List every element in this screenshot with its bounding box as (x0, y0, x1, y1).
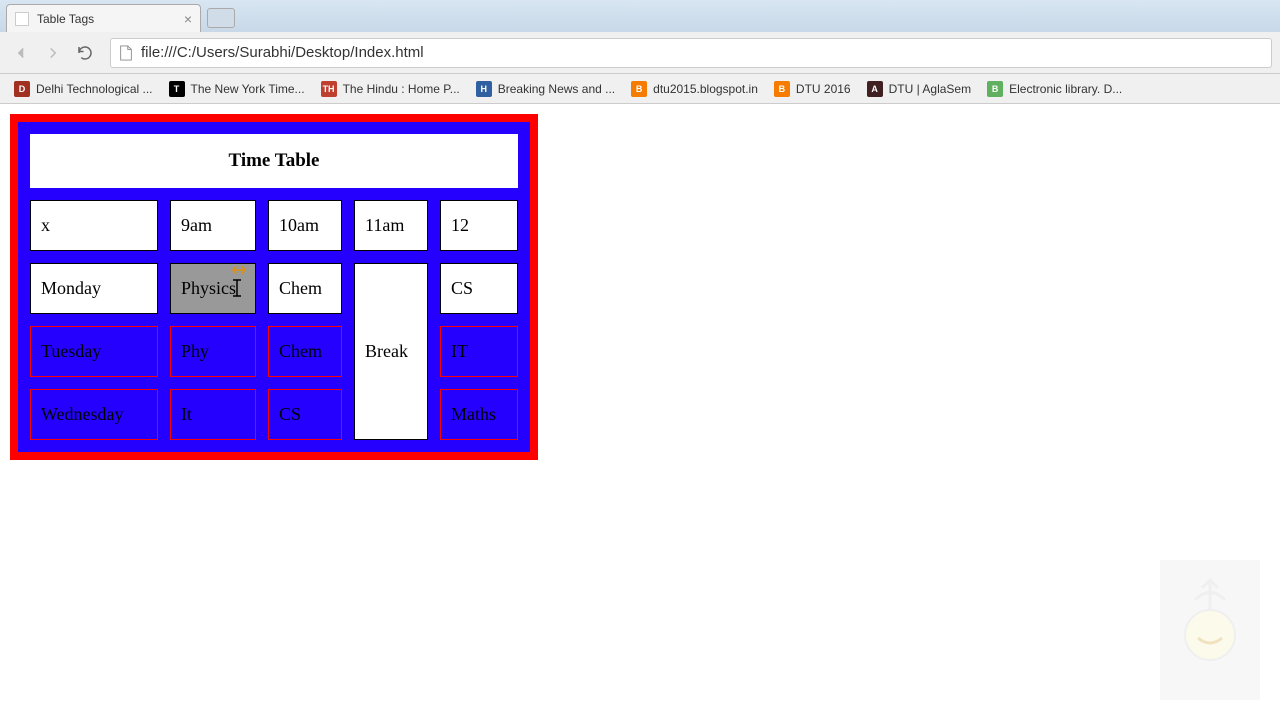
bookmark-label: Electronic library. D... (1009, 82, 1122, 96)
header-cell: 12 (440, 200, 518, 251)
subject-cell: Maths (440, 389, 518, 440)
back-icon (12, 44, 30, 62)
browser-chrome: Table Tags × file:///C:/Users/Surabhi/De… (0, 0, 1280, 104)
day-cell: Monday (30, 263, 158, 314)
timetable: Time Table x 9am 10am 11am 12 Monday Phy… (10, 114, 538, 460)
header-cell: 11am (354, 200, 428, 251)
bookmark-label: The New York Time... (191, 82, 305, 96)
header-cell: 9am (170, 200, 256, 251)
tab-title: Table Tags (37, 12, 94, 26)
bookmarks-bar: D Delhi Technological ... T The New York Ti… (0, 74, 1280, 104)
break-cell: Break (354, 263, 428, 440)
table-row: Monday Physics Chem Break CS (30, 263, 518, 314)
subject-cell: Chem (268, 326, 342, 377)
day-cell: Wednesday (30, 389, 158, 440)
back-button[interactable] (8, 40, 34, 66)
bookmark-favicon: D (14, 81, 30, 97)
watermark-icon (1160, 560, 1260, 700)
forward-icon (44, 44, 62, 62)
reload-button[interactable] (72, 40, 98, 66)
file-icon (119, 45, 133, 61)
bookmark-label: The Hindu : Home P... (343, 82, 460, 96)
bookmark-favicon: B (631, 81, 647, 97)
bookmark-item[interactable]: TH The Hindu : Home P... (315, 78, 466, 100)
new-tab-button[interactable] (207, 8, 235, 28)
tab-favicon (15, 12, 29, 26)
bookmark-item[interactable]: Bdtu2015.blogspot.in (625, 78, 764, 100)
bookmark-favicon: TH (321, 81, 337, 97)
page-content: Time Table x 9am 10am 11am 12 Monday Phy… (0, 104, 1280, 460)
subject-cell: CS (268, 389, 342, 440)
address-bar[interactable]: file:///C:/Users/Surabhi/Desktop/Index.h… (110, 38, 1272, 68)
bookmark-favicon: H (476, 81, 492, 97)
tab-strip: Table Tags × (0, 0, 1280, 32)
bookmark-label: dtu2015.blogspot.in (653, 82, 758, 96)
bookmark-label: DTU | AglaSem (889, 82, 971, 96)
url-text: file:///C:/Users/Surabhi/Desktop/Index.h… (141, 44, 424, 61)
bookmark-item[interactable]: D Delhi Technological ... (8, 78, 159, 100)
bookmark-favicon: T (169, 81, 185, 97)
browser-tab[interactable]: Table Tags × (6, 4, 201, 32)
subject-cell: IT (440, 326, 518, 377)
header-cell: x (30, 200, 158, 251)
bookmark-item[interactable]: H Breaking News and ... (470, 78, 621, 100)
day-cell: Tuesday (30, 326, 158, 377)
bookmark-favicon: A (867, 81, 883, 97)
subject-cell: Chem (268, 263, 342, 314)
subject-cell: It (170, 389, 256, 440)
table-caption: Time Table (30, 134, 518, 188)
bookmark-label: Delhi Technological ... (36, 82, 153, 96)
bookmark-label: Breaking News and ... (498, 82, 615, 96)
bookmark-favicon: B (774, 81, 790, 97)
bookmark-favicon: B (987, 81, 1003, 97)
reload-icon (76, 44, 94, 62)
subject-cell: Phy (170, 326, 256, 377)
bookmark-item[interactable]: B Electronic library. D... (981, 78, 1128, 100)
forward-button[interactable] (40, 40, 66, 66)
subject-cell: Physics (170, 263, 256, 314)
toolbar: file:///C:/Users/Surabhi/Desktop/Index.h… (0, 32, 1280, 74)
subject-cell: CS (440, 263, 518, 314)
table-row: Wednesday It CS Maths (30, 389, 518, 440)
header-cell: 10am (268, 200, 342, 251)
bookmark-item[interactable]: A DTU | AglaSem (861, 78, 977, 100)
bookmark-item[interactable]: B DTU 2016 (768, 78, 857, 100)
bookmark-item[interactable]: T The New York Time... (163, 78, 311, 100)
bookmark-label: DTU 2016 (796, 82, 851, 96)
table-row: Tuesday Phy Chem IT (30, 326, 518, 377)
tab-close-icon[interactable]: × (184, 11, 192, 27)
table-header-row: x 9am 10am 11am 12 (30, 200, 518, 251)
